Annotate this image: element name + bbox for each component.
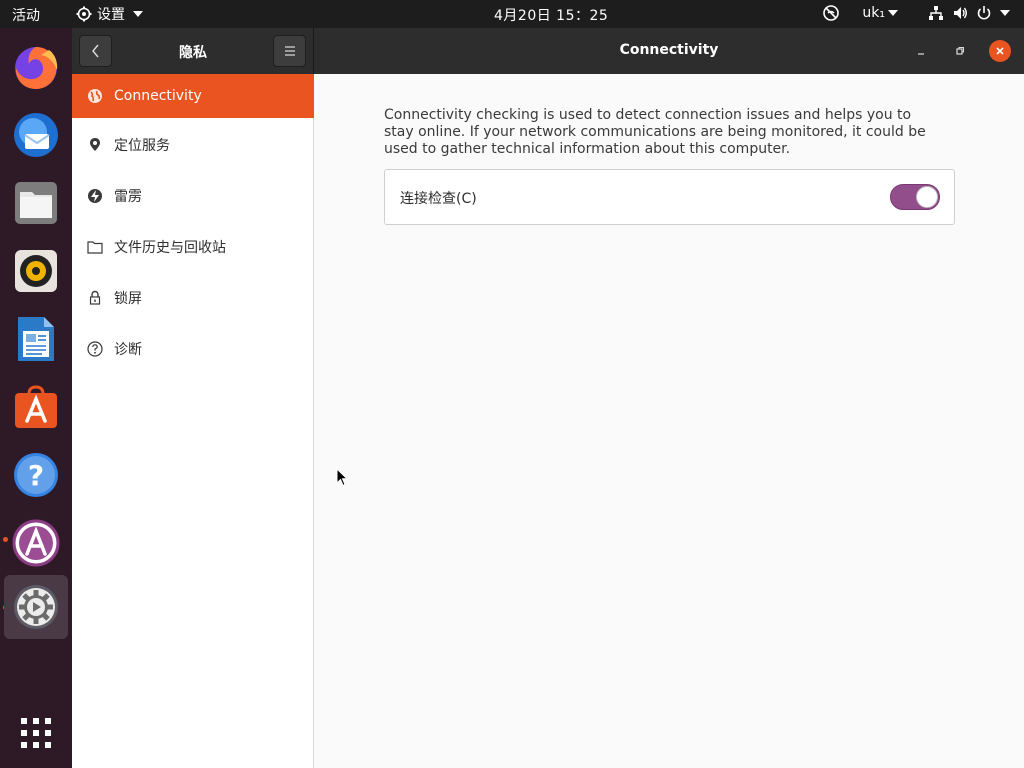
dock-thunderbird[interactable] xyxy=(4,103,68,167)
help-circle-icon xyxy=(87,341,103,357)
hamburger-menu-icon xyxy=(284,46,295,56)
minimize-icon xyxy=(918,53,924,55)
connectivity-description: Connectivity checking is used to detect … xyxy=(384,107,926,157)
sidebar-item-thunderbolt[interactable]: 雷雳 xyxy=(72,174,314,218)
dock-writer[interactable] xyxy=(4,307,68,371)
svg-text:?: ? xyxy=(28,459,44,492)
help-icon: ? xyxy=(14,453,58,497)
sidebar-item-label: 诊断 xyxy=(114,342,142,358)
sidebar-item-label: Connectivity xyxy=(114,88,202,104)
rhythmbox-icon xyxy=(15,250,57,292)
app-grid-icon xyxy=(21,718,51,748)
power-icon[interactable] xyxy=(976,5,992,21)
chevron-down-icon[interactable] xyxy=(888,10,898,16)
dock-app-store[interactable] xyxy=(4,511,68,575)
sidebar-item-file-history[interactable]: 文件历史与回收站 xyxy=(72,225,314,269)
top-bar: 活动 设置 4月20日 15：25 uk₁ xyxy=(0,0,1024,28)
globe-icon xyxy=(87,88,103,104)
minimize-button[interactable] xyxy=(910,40,932,62)
close-button[interactable] xyxy=(989,40,1011,62)
sidebar-item-screen-lock[interactable]: 锁屏 xyxy=(72,276,314,320)
sidebar-item-label: 文件历史与回收站 xyxy=(114,240,226,256)
firefox-icon xyxy=(15,47,58,89)
maximize-button[interactable] xyxy=(949,40,971,62)
dock-settings[interactable] xyxy=(4,575,68,639)
thunderbird-icon xyxy=(14,113,58,157)
settings-window: 隐私 Connectivity Connectivity 定位服务 雷雳 文件历… xyxy=(72,28,1024,768)
app-store-icon xyxy=(12,519,60,567)
settings-icon xyxy=(14,585,58,629)
lock-icon xyxy=(87,290,103,306)
privacy-sidebar: Connectivity 定位服务 雷雳 文件历史与回收站 锁屏 诊断 xyxy=(72,74,314,768)
header-bar: 隐私 Connectivity xyxy=(72,28,1024,74)
dock-firefox[interactable] xyxy=(4,35,68,99)
sidebar-item-connectivity[interactable]: Connectivity xyxy=(72,74,314,118)
connectivity-check-row: 连接检查(C) xyxy=(384,169,955,225)
dock-rhythmbox[interactable] xyxy=(4,239,68,303)
activities-button[interactable]: 活动 xyxy=(12,5,40,25)
folder-icon xyxy=(87,239,103,255)
app-menu-label: 设置 xyxy=(97,7,125,23)
sidebar-item-diagnostics[interactable]: 诊断 xyxy=(72,327,314,371)
thunderbolt-icon xyxy=(87,188,103,204)
switch-knob xyxy=(916,186,938,208)
dock-software[interactable] xyxy=(4,375,68,439)
sidebar-item-location[interactable]: 定位服务 xyxy=(72,123,314,167)
libreoffice-writer-icon xyxy=(18,317,54,361)
sidebar-item-label: 雷雳 xyxy=(114,189,142,205)
connectivity-panel: Connectivity checking is used to detect … xyxy=(315,74,1024,768)
system-tray: uk₁ xyxy=(822,4,1010,22)
software-center-icon xyxy=(15,385,57,428)
close-icon xyxy=(996,47,1004,55)
app-menu[interactable]: 设置 xyxy=(76,4,143,24)
clock[interactable]: 4月20日 15：25 xyxy=(494,5,608,25)
gear-icon xyxy=(76,6,92,22)
sidebar-header: 隐私 xyxy=(72,28,314,74)
chevron-down-icon xyxy=(133,11,143,17)
keyboard-layout-indicator[interactable]: uk₁ xyxy=(862,5,885,21)
location-pin-icon xyxy=(87,137,103,153)
sidebar-item-label: 定位服务 xyxy=(114,138,170,154)
show-applications-button[interactable] xyxy=(4,701,68,765)
dock-files[interactable] xyxy=(4,171,68,235)
volume-icon[interactable] xyxy=(952,5,968,21)
mouse-pointer-icon xyxy=(336,468,348,487)
wired-network-icon[interactable] xyxy=(928,5,944,21)
sidebar-item-label: 锁屏 xyxy=(114,291,142,307)
connectivity-check-switch[interactable] xyxy=(890,184,940,210)
dock: ? xyxy=(0,28,72,768)
menu-button[interactable] xyxy=(273,35,306,67)
restore-icon xyxy=(956,47,964,55)
chevron-down-icon[interactable] xyxy=(1000,10,1010,16)
connectivity-check-label: 连接检查(C) xyxy=(400,191,477,207)
files-icon xyxy=(15,182,57,224)
network-status-icon[interactable] xyxy=(822,4,840,22)
dock-help[interactable]: ? xyxy=(4,443,68,507)
